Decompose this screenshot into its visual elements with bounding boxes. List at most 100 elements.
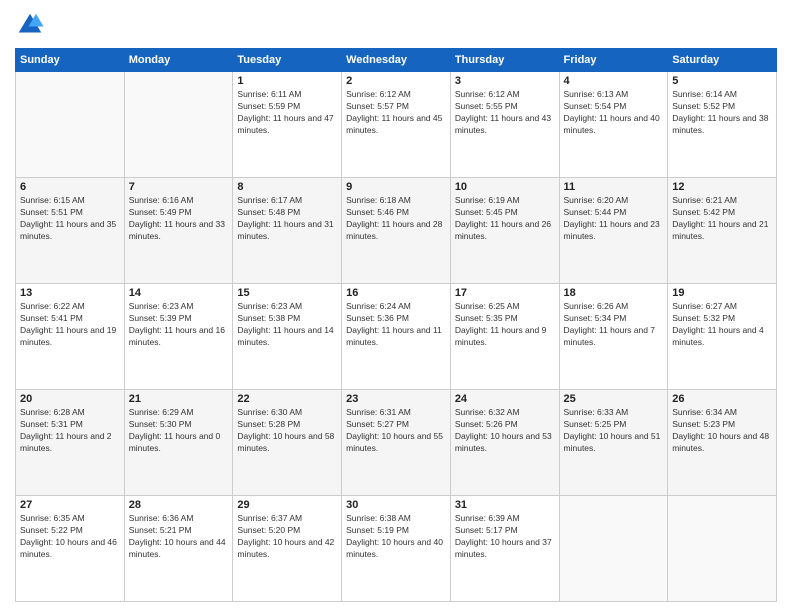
calendar-cell: 20 Sunrise: 6:28 AM Sunset: 5:31 PM Dayli… (16, 390, 125, 496)
calendar-cell: 11 Sunrise: 6:20 AM Sunset: 5:44 PM Dayli… (559, 178, 668, 284)
header (15, 10, 777, 40)
weekday-tuesday: Tuesday (233, 49, 342, 72)
calendar-cell: 5 Sunrise: 6:14 AM Sunset: 5:52 PM Daylig… (668, 72, 777, 178)
day-number: 29 (237, 499, 337, 511)
week-row-1: 1 Sunrise: 6:11 AM Sunset: 5:59 PM Daylig… (16, 72, 777, 178)
day-number: 31 (455, 499, 555, 511)
day-info: Sunrise: 6:32 AM Sunset: 5:26 PM Dayligh… (455, 407, 555, 455)
day-info: Sunrise: 6:12 AM Sunset: 5:55 PM Dayligh… (455, 89, 555, 137)
day-number: 8 (237, 181, 337, 193)
weekday-saturday: Saturday (668, 49, 777, 72)
week-row-4: 20 Sunrise: 6:28 AM Sunset: 5:31 PM Dayli… (16, 390, 777, 496)
calendar-cell (16, 72, 125, 178)
day-info: Sunrise: 6:20 AM Sunset: 5:44 PM Dayligh… (564, 195, 664, 243)
day-number: 22 (237, 393, 337, 405)
day-number: 2 (346, 75, 446, 87)
weekday-wednesday: Wednesday (342, 49, 451, 72)
day-number: 27 (20, 499, 120, 511)
logo (15, 10, 49, 40)
day-number: 19 (672, 287, 772, 299)
day-info: Sunrise: 6:24 AM Sunset: 5:36 PM Dayligh… (346, 301, 446, 349)
day-info: Sunrise: 6:33 AM Sunset: 5:25 PM Dayligh… (564, 407, 664, 455)
day-info: Sunrise: 6:13 AM Sunset: 5:54 PM Dayligh… (564, 89, 664, 137)
weekday-header-row: SundayMondayTuesdayWednesdayThursdayFrid… (16, 49, 777, 72)
day-number: 13 (20, 287, 120, 299)
day-info: Sunrise: 6:15 AM Sunset: 5:51 PM Dayligh… (20, 195, 120, 243)
day-info: Sunrise: 6:25 AM Sunset: 5:35 PM Dayligh… (455, 301, 555, 349)
day-number: 5 (672, 75, 772, 87)
day-info: Sunrise: 6:21 AM Sunset: 5:42 PM Dayligh… (672, 195, 772, 243)
day-number: 6 (20, 181, 120, 193)
day-number: 20 (20, 393, 120, 405)
day-info: Sunrise: 6:16 AM Sunset: 5:49 PM Dayligh… (129, 195, 229, 243)
calendar-cell: 2 Sunrise: 6:12 AM Sunset: 5:57 PM Daylig… (342, 72, 451, 178)
day-number: 24 (455, 393, 555, 405)
day-info: Sunrise: 6:29 AM Sunset: 5:30 PM Dayligh… (129, 407, 229, 455)
logo-icon (15, 10, 45, 40)
calendar-cell: 19 Sunrise: 6:27 AM Sunset: 5:32 PM Dayli… (668, 284, 777, 390)
day-info: Sunrise: 6:36 AM Sunset: 5:21 PM Dayligh… (129, 513, 229, 561)
day-number: 26 (672, 393, 772, 405)
calendar-cell: 22 Sunrise: 6:30 AM Sunset: 5:28 PM Dayli… (233, 390, 342, 496)
day-info: Sunrise: 6:17 AM Sunset: 5:48 PM Dayligh… (237, 195, 337, 243)
calendar-cell: 4Sunrise: 6:13 AM Sunset: 5:54 PM Daylig… (559, 72, 668, 178)
calendar-cell: 17 Sunrise: 6:25 AM Sunset: 5:35 PM Dayli… (450, 284, 559, 390)
day-number: 9 (346, 181, 446, 193)
day-info: Sunrise: 6:28 AM Sunset: 5:31 PM Dayligh… (20, 407, 120, 455)
calendar-cell: 25 Sunrise: 6:33 AM Sunset: 5:25 PM Dayli… (559, 390, 668, 496)
week-row-2: 6 Sunrise: 6:15 AM Sunset: 5:51 PM Daylig… (16, 178, 777, 284)
day-number: 23 (346, 393, 446, 405)
calendar-cell: 15Sunrise: 6:23 AM Sunset: 5:38 PM Dayli… (233, 284, 342, 390)
calendar-cell (668, 496, 777, 602)
day-number: 11 (564, 181, 664, 193)
calendar-cell: 24 Sunrise: 6:32 AM Sunset: 5:26 PM Dayli… (450, 390, 559, 496)
day-number: 25 (564, 393, 664, 405)
day-info: Sunrise: 6:14 AM Sunset: 5:52 PM Dayligh… (672, 89, 772, 137)
day-number: 10 (455, 181, 555, 193)
calendar-cell: 13 Sunrise: 6:22 AM Sunset: 5:41 PM Dayli… (16, 284, 125, 390)
calendar-cell: 27 Sunrise: 6:35 AM Sunset: 5:22 PM Dayli… (16, 496, 125, 602)
day-info: Sunrise: 6:34 AM Sunset: 5:23 PM Dayligh… (672, 407, 772, 455)
day-info: Sunrise: 6:30 AM Sunset: 5:28 PM Dayligh… (237, 407, 337, 455)
day-info: Sunrise: 6:23 AM Sunset: 5:38 PM Dayligh… (237, 301, 337, 349)
day-info: Sunrise: 6:31 AM Sunset: 5:27 PM Dayligh… (346, 407, 446, 455)
week-row-5: 27 Sunrise: 6:35 AM Sunset: 5:22 PM Dayli… (16, 496, 777, 602)
calendar-cell: 21 Sunrise: 6:29 AM Sunset: 5:30 PM Dayli… (124, 390, 233, 496)
day-info: Sunrise: 6:26 AM Sunset: 5:34 PM Dayligh… (564, 301, 664, 349)
week-row-3: 13 Sunrise: 6:22 AM Sunset: 5:41 PM Dayli… (16, 284, 777, 390)
calendar-cell: 30Sunrise: 6:38 AM Sunset: 5:19 PM Dayli… (342, 496, 451, 602)
calendar-cell: 23 Sunrise: 6:31 AM Sunset: 5:27 PM Dayli… (342, 390, 451, 496)
day-number: 21 (129, 393, 229, 405)
day-number: 14 (129, 287, 229, 299)
calendar-cell: 9 Sunrise: 6:18 AM Sunset: 5:46 PM Daylig… (342, 178, 451, 284)
day-info: Sunrise: 6:22 AM Sunset: 5:41 PM Dayligh… (20, 301, 120, 349)
day-info: Sunrise: 6:19 AM Sunset: 5:45 PM Dayligh… (455, 195, 555, 243)
calendar-cell: 26 Sunrise: 6:34 AM Sunset: 5:23 PM Dayli… (668, 390, 777, 496)
calendar-cell: 12 Sunrise: 6:21 AM Sunset: 5:42 PM Dayli… (668, 178, 777, 284)
calendar-cell: 16Sunrise: 6:24 AM Sunset: 5:36 PM Dayli… (342, 284, 451, 390)
day-info: Sunrise: 6:12 AM Sunset: 5:57 PM Dayligh… (346, 89, 446, 137)
calendar-cell: 3 Sunrise: 6:12 AM Sunset: 5:55 PM Daylig… (450, 72, 559, 178)
day-info: Sunrise: 6:39 AM Sunset: 5:17 PM Dayligh… (455, 513, 555, 561)
day-number: 3 (455, 75, 555, 87)
calendar-cell (124, 72, 233, 178)
calendar-table: SundayMondayTuesdayWednesdayThursdayFrid… (15, 48, 777, 602)
day-number: 1 (237, 75, 337, 87)
day-number: 17 (455, 287, 555, 299)
calendar-cell: 8 Sunrise: 6:17 AM Sunset: 5:48 PM Daylig… (233, 178, 342, 284)
weekday-sunday: Sunday (16, 49, 125, 72)
calendar-cell: 6 Sunrise: 6:15 AM Sunset: 5:51 PM Daylig… (16, 178, 125, 284)
day-info: Sunrise: 6:27 AM Sunset: 5:32 PM Dayligh… (672, 301, 772, 349)
day-number: 12 (672, 181, 772, 193)
day-info: Sunrise: 6:23 AM Sunset: 5:39 PM Dayligh… (129, 301, 229, 349)
calendar-cell: 31 Sunrise: 6:39 AM Sunset: 5:17 PM Dayli… (450, 496, 559, 602)
day-info: Sunrise: 6:11 AM Sunset: 5:59 PM Dayligh… (237, 89, 337, 137)
calendar-cell: 29 Sunrise: 6:37 AM Sunset: 5:20 PM Dayli… (233, 496, 342, 602)
day-number: 28 (129, 499, 229, 511)
calendar-cell (559, 496, 668, 602)
day-info: Sunrise: 6:37 AM Sunset: 5:20 PM Dayligh… (237, 513, 337, 561)
calendar-cell: 10 Sunrise: 6:19 AM Sunset: 5:45 PM Dayli… (450, 178, 559, 284)
day-info: Sunrise: 6:18 AM Sunset: 5:46 PM Dayligh… (346, 195, 446, 243)
weekday-thursday: Thursday (450, 49, 559, 72)
day-info: Sunrise: 6:35 AM Sunset: 5:22 PM Dayligh… (20, 513, 120, 561)
